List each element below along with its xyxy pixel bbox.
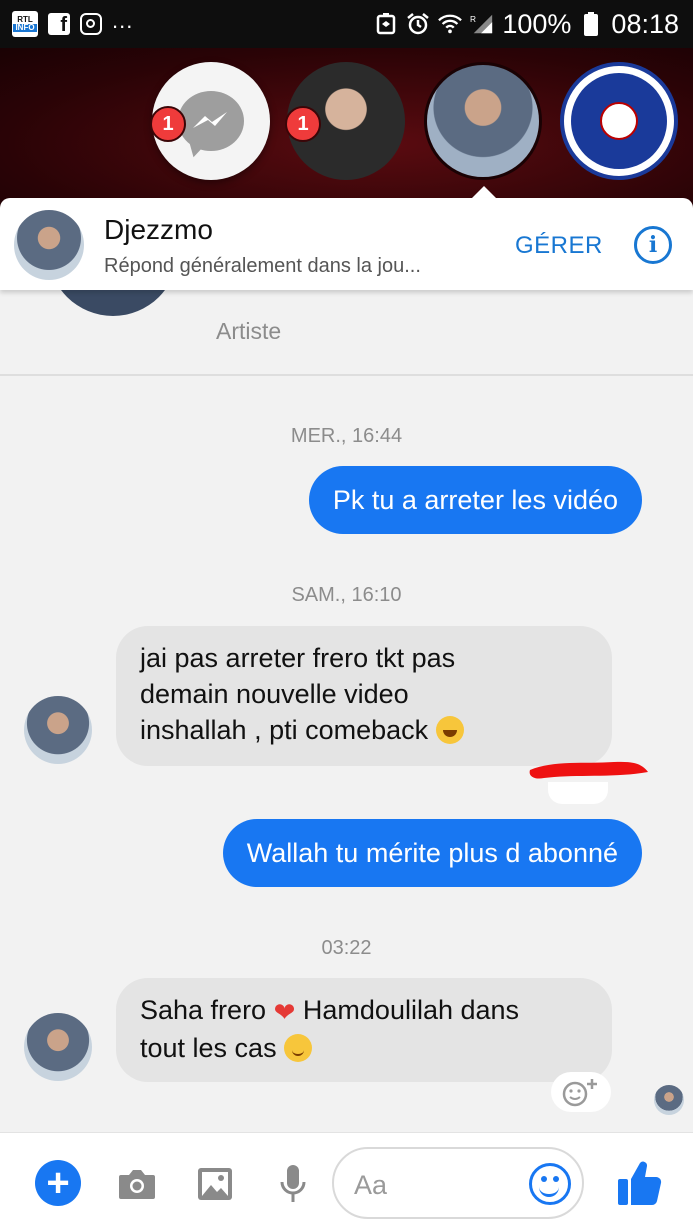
message-text: Hamdoulilah dans [302, 995, 520, 1025]
rtl-info-app-icon: RTL INFO [12, 11, 38, 37]
grinning-emoji-icon [435, 716, 464, 744]
signal-icon: R [470, 12, 494, 36]
profile-role: Artiste [216, 318, 282, 344]
wink-emoji-icon [284, 1034, 313, 1062]
incoming-message[interactable]: Saha frero ❤ Hamdoulilah dans tout les c… [116, 978, 612, 1082]
football-icon [600, 102, 638, 140]
message-text: tout les cas [140, 1033, 277, 1063]
clock: 08:18 [611, 8, 679, 39]
messenger-icon [178, 91, 244, 151]
message-line: tout les cas [140, 1030, 588, 1066]
notification-icons: RTL INFO f ... [12, 8, 134, 38]
message-line: Saha frero ❤ Hamdoulilah dans [140, 992, 588, 1030]
composer: + [0, 1132, 693, 1232]
nfc-icon [374, 12, 398, 36]
add-reaction-button[interactable] [551, 1072, 611, 1112]
info-icon[interactable]: i [634, 226, 672, 264]
system-icons: R 100% 08:18 [374, 8, 679, 40]
timestamp: SAM., 16:10 [291, 584, 402, 606]
chat-heads-bar: 1 1 [0, 48, 693, 208]
incoming-message[interactable]: jai pas arreter frero tkt pas demain nou… [116, 626, 612, 766]
message-text: inshallah , pti comeback [140, 715, 429, 745]
contact-name: Djezzmo [104, 214, 213, 245]
profile-avatar [48, 290, 178, 316]
manage-button[interactable]: GÉRER [515, 232, 603, 260]
unread-badge-messenger: 1 [150, 106, 186, 142]
avatar[interactable] [14, 210, 84, 280]
emoji-icon[interactable] [529, 1163, 571, 1205]
response-time: Répond généralement dans la jou... [104, 255, 421, 277]
thumbs-up-icon[interactable] [616, 1157, 662, 1209]
club-logo [571, 73, 667, 169]
chat-header: Djezzmo Répond généralement dans la jou.… [0, 198, 693, 290]
message-line: demain nouvelle video [140, 679, 409, 709]
timestamp: 03:22 [321, 937, 372, 959]
avatar[interactable] [24, 696, 92, 764]
message-line: inshallah , pti comeback [140, 712, 588, 748]
battery-percent: 100% [502, 8, 572, 39]
camera-icon[interactable] [116, 1163, 158, 1205]
profile-peek: Artiste [0, 290, 693, 376]
timestamp: MER., 16:44 [290, 425, 403, 447]
avatar[interactable] [24, 1013, 92, 1081]
status-bar: RTL INFO f ... R 100% 08:18 [0, 0, 693, 48]
outgoing-message[interactable]: Pk tu a arreter les vidéo [308, 466, 642, 534]
message-text: Saha frero [140, 995, 267, 1025]
wifi-icon [438, 12, 463, 36]
svg-text:R: R [470, 14, 476, 24]
more-notifications: ... [112, 8, 134, 33]
facebook-icon: f [48, 13, 70, 36]
info-label: INFO [13, 23, 37, 32]
instagram-icon [80, 13, 102, 35]
image-icon[interactable] [194, 1163, 236, 1205]
djezzmo-head[interactable] [424, 62, 542, 180]
red-scribble [529, 761, 648, 779]
alarm-icon [406, 12, 430, 36]
message-line: jai pas arreter frero tkt pas [140, 643, 456, 673]
unread-badge-contact: 1 [285, 106, 321, 142]
microphone-icon[interactable] [272, 1163, 314, 1205]
outgoing-message[interactable]: Wallah tu mérite plus d abonné [222, 819, 642, 887]
plus-icon[interactable]: + [35, 1160, 81, 1206]
heart-icon: ❤ [273, 997, 296, 1027]
active-head-pointer [472, 186, 496, 198]
seen-indicator-avatar [654, 1085, 684, 1115]
message-input[interactable] [354, 1167, 534, 1203]
conversation[interactable]: Artiste MER., 16:44 Pk tu a arreter les … [0, 290, 693, 1132]
battery-icon [579, 12, 603, 36]
football-club-head[interactable] [560, 62, 678, 180]
